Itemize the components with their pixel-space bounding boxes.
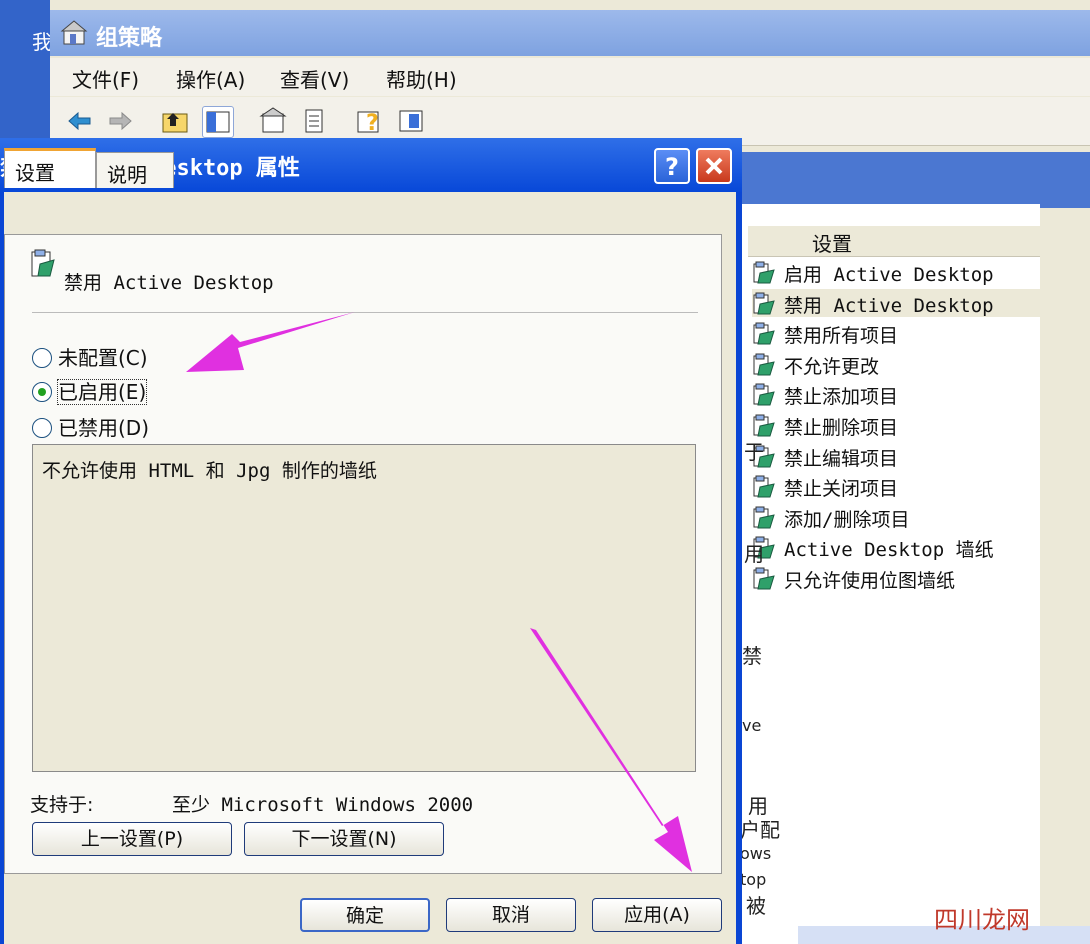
dialog-close-button[interactable] bbox=[696, 148, 732, 184]
list-item[interactable]: Active Desktop 墙纸 bbox=[752, 533, 1090, 561]
policy-setting-icon bbox=[753, 261, 775, 284]
occluded-text: top bbox=[740, 870, 767, 889]
up-folder-icon bbox=[162, 113, 188, 133]
list-item-label: 禁止编辑项目 bbox=[784, 447, 899, 470]
occluded-text: ve bbox=[742, 716, 762, 735]
occluded-text: 被 bbox=[746, 894, 766, 918]
radio-label: 已启用(E) bbox=[56, 379, 148, 405]
panel-toolbar-button[interactable] bbox=[396, 106, 426, 136]
occluded-text: 户配 bbox=[740, 818, 780, 842]
details-pane-banner bbox=[740, 152, 1090, 208]
list-column-header[interactable]: 设置 bbox=[748, 226, 1040, 257]
menu-view[interactable]: 查看(V) bbox=[280, 64, 349, 93]
panel-icon bbox=[399, 110, 423, 132]
policy-setting-icon bbox=[753, 322, 775, 345]
help-toolbar-button[interactable]: ? bbox=[354, 106, 384, 136]
policy-setting-icon bbox=[753, 475, 775, 498]
list-item[interactable]: 禁用所有项目 bbox=[752, 319, 1090, 347]
cancel-button[interactable]: 取消 bbox=[446, 898, 576, 932]
window-titlebar[interactable]: 组策略 bbox=[50, 10, 1090, 56]
menu-bar: 文件(F) 操作(A) 查看(V) 帮助(H) bbox=[50, 58, 1090, 96]
group-policy-app-icon bbox=[60, 20, 88, 45]
list-item-label: 禁用所有项目 bbox=[784, 325, 899, 348]
list-item[interactable]: 只允许使用位图墙纸 bbox=[752, 564, 1090, 592]
svg-text:?: ? bbox=[366, 111, 379, 136]
list-item-label: 添加/删除项目 bbox=[784, 508, 910, 531]
radio-disabled[interactable]: 已禁用(D) bbox=[32, 412, 149, 441]
list-item[interactable]: 禁止关闭项目 bbox=[752, 472, 1090, 500]
policy-setting-icon bbox=[31, 249, 55, 277]
list-item[interactable]: 添加/删除项目 bbox=[752, 503, 1090, 531]
radio-circle-selected bbox=[32, 382, 52, 402]
list-item-label: 只允许使用位图墙纸 bbox=[784, 570, 956, 592]
policy-setting-icon bbox=[753, 506, 775, 529]
policy-setting-icon bbox=[753, 567, 775, 590]
policy-setting-icon bbox=[753, 292, 775, 315]
export-list-icon bbox=[305, 109, 323, 133]
menu-file[interactable]: 文件(F) bbox=[72, 64, 139, 93]
forward-arrow-icon bbox=[109, 111, 132, 131]
radio-label: 未配置(C) bbox=[58, 346, 148, 370]
show-hide-tree-button[interactable] bbox=[202, 106, 234, 138]
radio-not-configured[interactable]: 未配置(C) bbox=[32, 342, 148, 371]
occluded-text: 用 bbox=[744, 542, 764, 566]
previous-setting-button[interactable]: 上一设置(P) bbox=[32, 822, 232, 856]
up-folder-button[interactable] bbox=[160, 106, 190, 136]
list-item[interactable]: 禁用 Active Desktop bbox=[752, 288, 1090, 317]
description-text: 不允许使用 HTML 和 Jpg 制作的墙纸 bbox=[42, 460, 377, 482]
list-item[interactable]: 禁止添加项目 bbox=[752, 380, 1090, 408]
tab-settings[interactable]: 设置 bbox=[4, 148, 96, 188]
background-window bbox=[0, 0, 50, 140]
ok-button[interactable]: 确定 bbox=[300, 898, 430, 932]
show-tree-icon bbox=[206, 111, 230, 133]
menu-action[interactable]: 操作(A) bbox=[176, 64, 245, 93]
policy-setting-icon bbox=[753, 353, 775, 376]
properties-dialog: 禁用 Active Desktop 属性 ? 设置 说明 禁用 Active D… bbox=[0, 138, 742, 944]
list-item[interactable]: 禁止删除项目 bbox=[752, 411, 1090, 439]
window-title: 组策略 bbox=[96, 26, 163, 51]
supported-on-label: 支持于: bbox=[30, 794, 94, 816]
list-item-label: 禁止添加项目 bbox=[784, 386, 899, 409]
policy-setting-icon bbox=[753, 414, 775, 437]
next-setting-button[interactable]: 下一设置(N) bbox=[244, 822, 444, 856]
description-box bbox=[32, 444, 696, 772]
background-window-title: 我 bbox=[32, 30, 52, 54]
list-item-label: 启用 Active Desktop bbox=[784, 264, 994, 286]
list-item[interactable]: 启用 Active Desktop bbox=[752, 258, 1090, 286]
tab-explain[interactable]: 说明 bbox=[96, 152, 174, 188]
radio-label: 已禁用(D) bbox=[58, 416, 150, 440]
properties-icon bbox=[259, 107, 287, 133]
column-header-settings: 设置 bbox=[812, 232, 852, 256]
separator bbox=[32, 312, 698, 313]
list-item-label: 禁止关闭项目 bbox=[784, 478, 899, 501]
occluded-text: ows bbox=[740, 844, 772, 863]
list-item-label: Active Desktop 墙纸 bbox=[784, 539, 994, 562]
policy-name: 禁用 Active Desktop bbox=[64, 272, 274, 294]
policy-setting-icon bbox=[753, 383, 775, 406]
back-button[interactable] bbox=[64, 106, 94, 136]
close-icon bbox=[705, 157, 723, 175]
menu-help[interactable]: 帮助(H) bbox=[386, 64, 457, 93]
help-icon: ? bbox=[357, 111, 379, 136]
occluded-text: 禁 bbox=[742, 644, 762, 668]
apply-button[interactable]: 应用(A) bbox=[592, 898, 722, 932]
radio-circle bbox=[32, 348, 52, 368]
list-item[interactable]: 不允许更改 bbox=[752, 350, 1090, 378]
radio-circle bbox=[32, 418, 52, 438]
back-arrow-icon bbox=[68, 111, 91, 131]
list-item[interactable]: 禁止编辑项目 bbox=[752, 442, 1090, 470]
properties-button[interactable] bbox=[258, 106, 288, 136]
forward-button[interactable] bbox=[106, 106, 136, 136]
list-item-label: 不允许更改 bbox=[784, 355, 880, 378]
dialog-help-button[interactable]: ? bbox=[654, 148, 690, 184]
list-item-label: 禁止删除项目 bbox=[784, 417, 899, 439]
watermark-text: 四川龙网 bbox=[934, 906, 1030, 934]
radio-enabled[interactable]: 已启用(E) bbox=[32, 376, 148, 405]
list-item-label: 禁用 Active Desktop bbox=[784, 294, 994, 317]
occluded-text: 于 bbox=[744, 440, 764, 464]
export-list-button[interactable] bbox=[300, 106, 330, 136]
supported-on-value: 至少 Microsoft Windows 2000 bbox=[172, 794, 474, 816]
